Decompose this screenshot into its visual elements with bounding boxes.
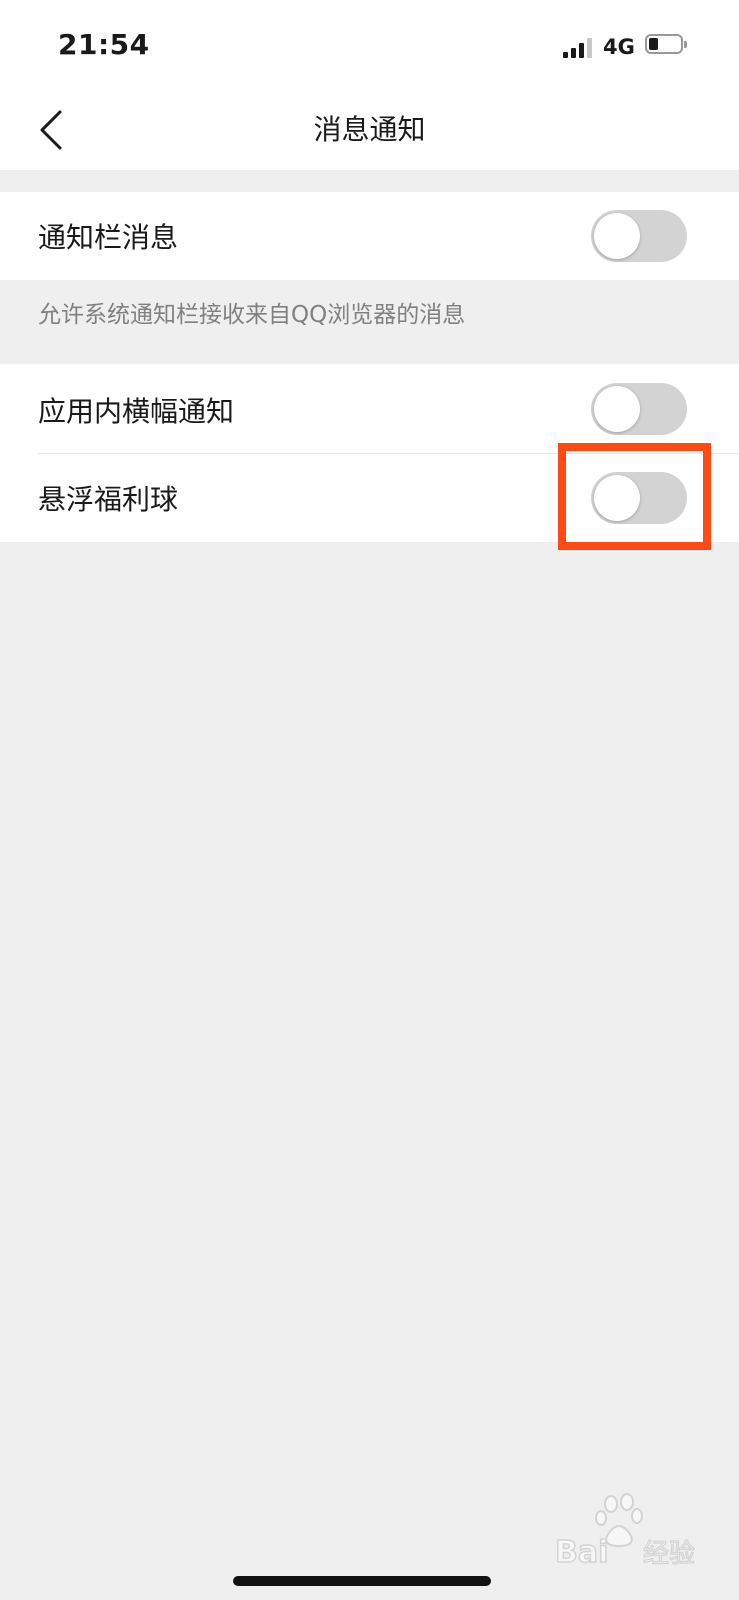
notification-bar-toggle[interactable] (591, 210, 687, 262)
svg-text:经验: 经验 (643, 1539, 695, 1569)
cellular-signal-icon (563, 38, 595, 58)
home-indicator[interactable] (233, 1576, 491, 1586)
notification-bar-label: 通知栏消息 (38, 221, 179, 254)
toggle-knob (594, 386, 640, 432)
nav-bar: 消息通知 (0, 90, 739, 170)
floating-bonus-ball-label: 悬浮福利球 (38, 483, 179, 516)
toggle-knob (594, 213, 640, 259)
battery-low-icon (645, 34, 687, 56)
notification-bar-setting: 通知栏消息 (0, 192, 739, 280)
in-app-banner-label: 应用内横幅通知 (38, 395, 235, 428)
notification-bar-hint: 允许系统通知栏接收来自QQ浏览器的消息 (38, 302, 466, 328)
status-time: 21:54 (58, 28, 150, 61)
status-bar: 21:54 4G (0, 0, 739, 90)
page-title: 消息通知 (313, 113, 426, 146)
back-button[interactable] (20, 90, 90, 170)
chevron-left-icon (40, 110, 62, 150)
in-app-banner-toggle[interactable] (591, 383, 687, 435)
svg-text:Bai: Bai (555, 1535, 608, 1570)
baidu-watermark-logo: Bai 经验 (555, 1492, 695, 1572)
highlight-annotation-box (558, 443, 711, 550)
network-type: 4G (603, 35, 635, 59)
